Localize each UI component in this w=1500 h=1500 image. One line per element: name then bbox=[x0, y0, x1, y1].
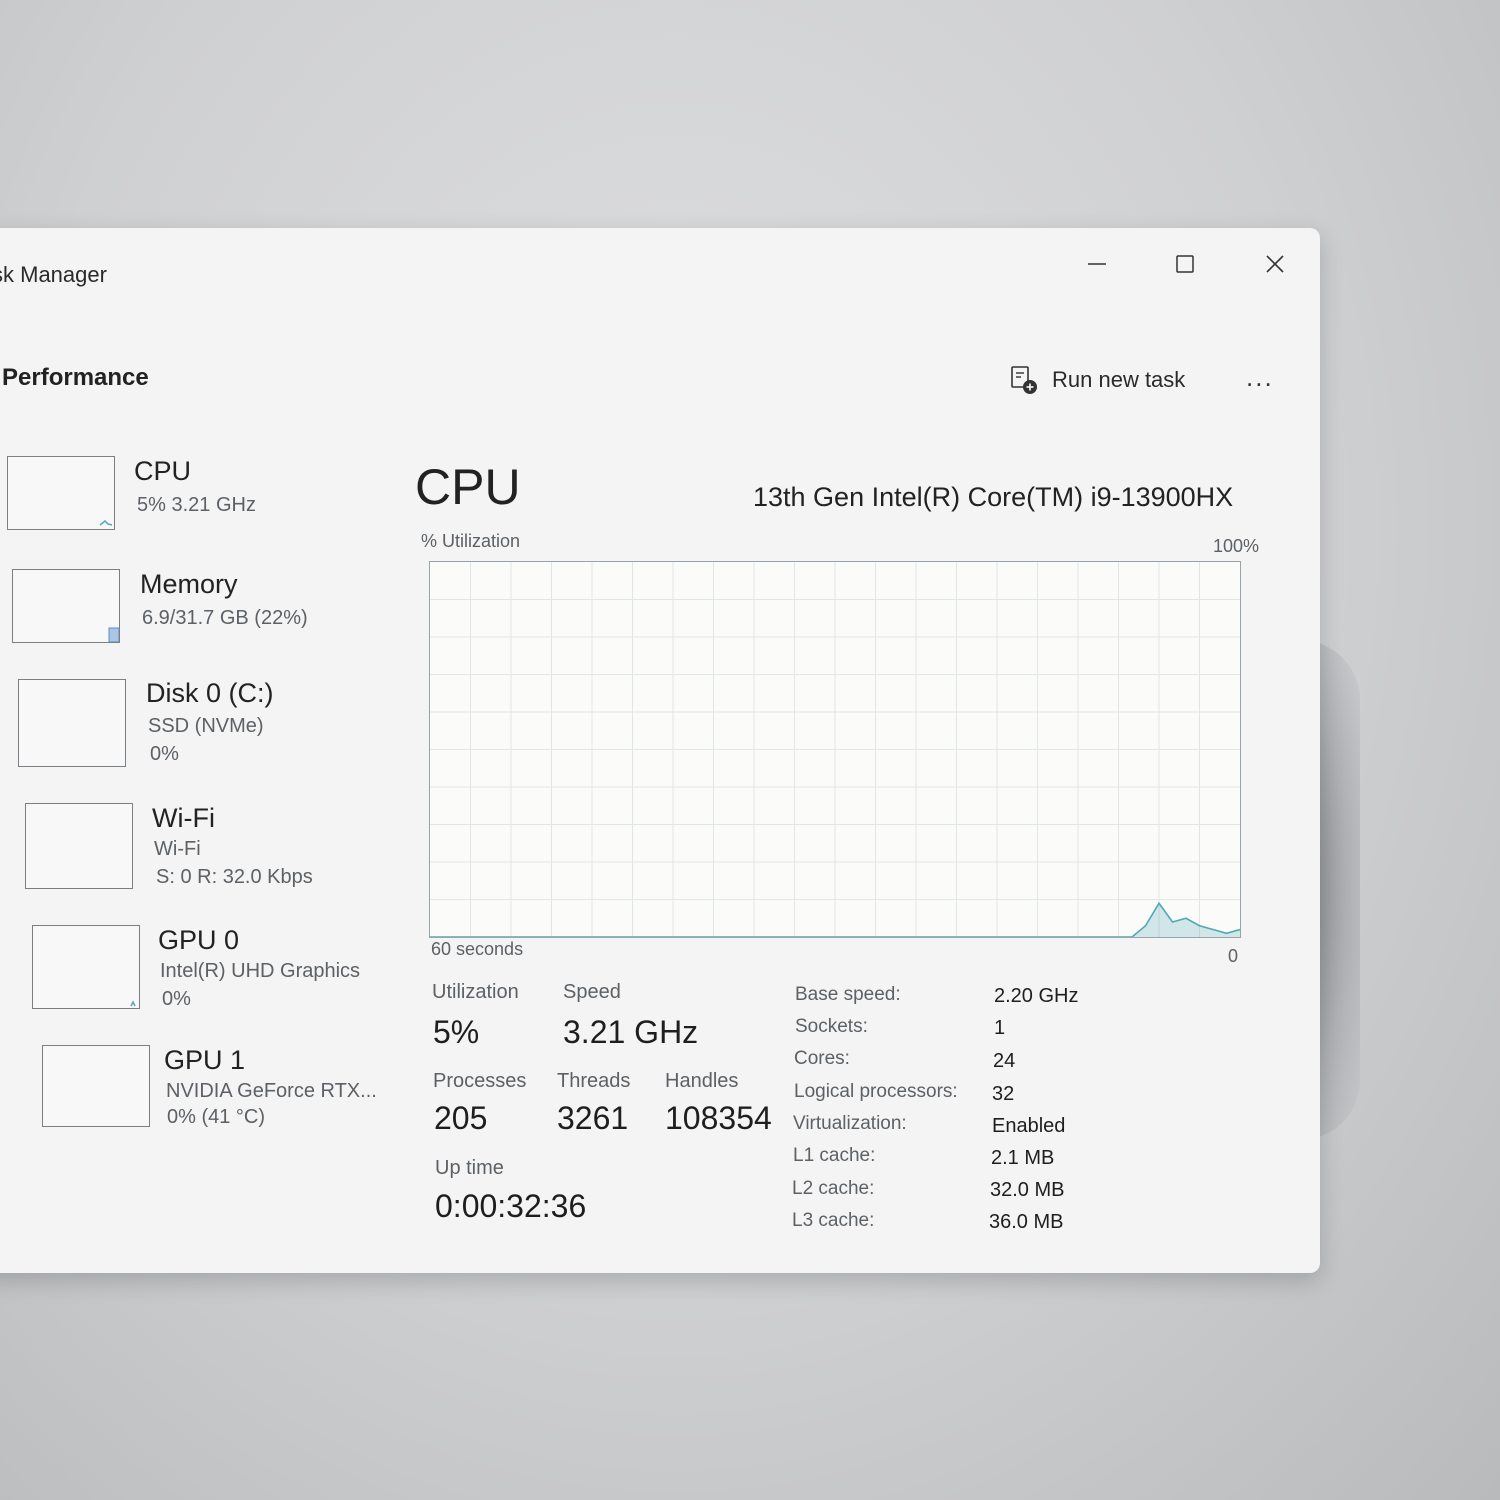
logical-processors-label: Logical processors: bbox=[794, 1081, 958, 1102]
sidebar-item-wifi[interactable]: Wi-Fi Wi-Fi S: 0 R: 32.0 Kbps bbox=[0, 798, 390, 898]
sidebar-item-cpu[interactable]: CPU 5% 3.21 GHz bbox=[0, 450, 390, 550]
sidebar-item-label: Wi-Fi bbox=[152, 803, 215, 833]
cpu-thumbnail bbox=[7, 456, 115, 530]
sidebar-item-memory[interactable]: Memory 6.9/31.7 GB (22%) bbox=[0, 563, 390, 663]
l2-cache-label: L2 cache: bbox=[792, 1178, 875, 1199]
sidebar-item-label: CPU bbox=[134, 456, 192, 486]
cores-label: Cores: bbox=[794, 1048, 850, 1069]
gpu0-mini-graph bbox=[130, 1000, 136, 1007]
virtualization-value: Enabled bbox=[992, 1115, 1066, 1137]
disk-thumbnail bbox=[18, 679, 126, 767]
processes-label: Processes bbox=[433, 1070, 527, 1092]
sidebar-item-label: GPU 1 bbox=[164, 1045, 246, 1075]
cpu-utilization-graph bbox=[429, 561, 1241, 938]
maximize-button[interactable] bbox=[1155, 242, 1215, 286]
processes-value: 205 bbox=[434, 1100, 488, 1136]
graph-y-max-label: 100% bbox=[1213, 536, 1260, 556]
page-header: Performance Run new task ... bbox=[0, 328, 1320, 428]
sidebar-item-status: 0% bbox=[162, 988, 191, 1010]
speed-value: 3.21 GHz bbox=[563, 1014, 699, 1050]
minimize-button[interactable] bbox=[1067, 242, 1127, 286]
sidebar-item-detail: NVIDIA GeForce RTX... bbox=[166, 1080, 377, 1102]
sidebar-item-detail: SSD (NVMe) bbox=[148, 715, 264, 737]
sidebar-item-label: Memory bbox=[140, 569, 238, 599]
handles-label: Handles bbox=[665, 1070, 739, 1092]
run-new-task-label: Run new task bbox=[1052, 367, 1186, 392]
sidebar-item-gpu1[interactable]: GPU 1 NVIDIA GeForce RTX... 0% (41 °C) bbox=[0, 1040, 390, 1140]
l1-cache-label: L1 cache: bbox=[793, 1145, 876, 1166]
uptime-label: Up time bbox=[435, 1157, 504, 1179]
sidebar-item-disk[interactable]: Disk 0 (C:) SSD (NVMe) 0% bbox=[0, 673, 390, 773]
sidebar-item-detail: Wi-Fi bbox=[154, 838, 201, 860]
page-title: Performance bbox=[2, 364, 149, 391]
window-title: sk Manager bbox=[0, 262, 107, 287]
cpu-utilization-plot bbox=[430, 562, 1240, 937]
sidebar-item-detail: 6.9/31.7 GB (22%) bbox=[142, 607, 308, 629]
speed-label: Speed bbox=[563, 981, 621, 1003]
graph-y-label: % Utilization bbox=[421, 531, 521, 551]
l2-cache-value: 32.0 MB bbox=[990, 1179, 1065, 1201]
uptime-value: 0:00:32:36 bbox=[435, 1188, 587, 1224]
maximize-icon bbox=[1176, 255, 1194, 273]
task-manager-window: sk Manager Performance Run new task ... bbox=[0, 228, 1320, 1273]
sidebar-item-detail: Intel(R) UHD Graphics bbox=[160, 960, 361, 982]
cores-value: 24 bbox=[993, 1050, 1016, 1072]
virtualization-label: Virtualization: bbox=[793, 1113, 907, 1134]
sidebar-item-gpu0[interactable]: GPU 0 Intel(R) UHD Graphics 0% bbox=[0, 920, 390, 1020]
graph-y-min-label: 0 bbox=[1228, 946, 1239, 966]
sidebar-item-detail: 5% 3.21 GHz bbox=[137, 494, 256, 516]
cpu-mini-graph bbox=[99, 519, 113, 526]
close-icon bbox=[1266, 255, 1284, 273]
memory-mini-graph bbox=[108, 627, 120, 643]
threads-label: Threads bbox=[557, 1070, 631, 1092]
handles-value: 108354 bbox=[665, 1100, 772, 1136]
threads-value: 3261 bbox=[557, 1100, 629, 1136]
l3-cache-value: 36.0 MB bbox=[989, 1211, 1064, 1233]
minimize-icon bbox=[1088, 263, 1106, 265]
run-new-task-button[interactable]: Run new task bbox=[1010, 362, 1185, 398]
sidebar-item-status: S: 0 R: 32.0 Kbps bbox=[156, 866, 313, 888]
memory-thumbnail bbox=[12, 569, 120, 643]
base-speed-label: Base speed: bbox=[795, 984, 901, 1005]
utilization-value: 5% bbox=[433, 1014, 480, 1050]
title-bar: sk Manager bbox=[0, 228, 1320, 328]
gpu0-thumbnail bbox=[32, 925, 140, 1009]
wifi-thumbnail bbox=[25, 803, 133, 889]
graph-x-label: 60 seconds bbox=[431, 939, 524, 959]
sidebar-item-status: 0% bbox=[150, 743, 179, 765]
base-speed-value: 2.20 GHz bbox=[994, 985, 1079, 1007]
utilization-label: Utilization bbox=[432, 981, 519, 1003]
logical-processors-value: 32 bbox=[992, 1083, 1015, 1105]
run-task-icon bbox=[1011, 366, 1037, 394]
close-button[interactable] bbox=[1245, 242, 1305, 286]
l1-cache-value: 2.1 MB bbox=[991, 1147, 1055, 1169]
main-title: CPU bbox=[415, 459, 521, 515]
sockets-label: Sockets: bbox=[795, 1016, 868, 1037]
cpu-model-name: 13th Gen Intel(R) Core(TM) i9-13900HX bbox=[753, 482, 1234, 512]
l3-cache-label: L3 cache: bbox=[792, 1210, 875, 1231]
more-options-button[interactable]: ... bbox=[1246, 362, 1274, 393]
sidebar-item-status: 0% (41 °C) bbox=[167, 1106, 266, 1128]
sidebar-item-label: GPU 0 bbox=[158, 925, 240, 955]
sidebar-item-label: Disk 0 (C:) bbox=[146, 678, 274, 708]
gpu1-thumbnail bbox=[42, 1045, 150, 1127]
sockets-value: 1 bbox=[994, 1017, 1006, 1039]
